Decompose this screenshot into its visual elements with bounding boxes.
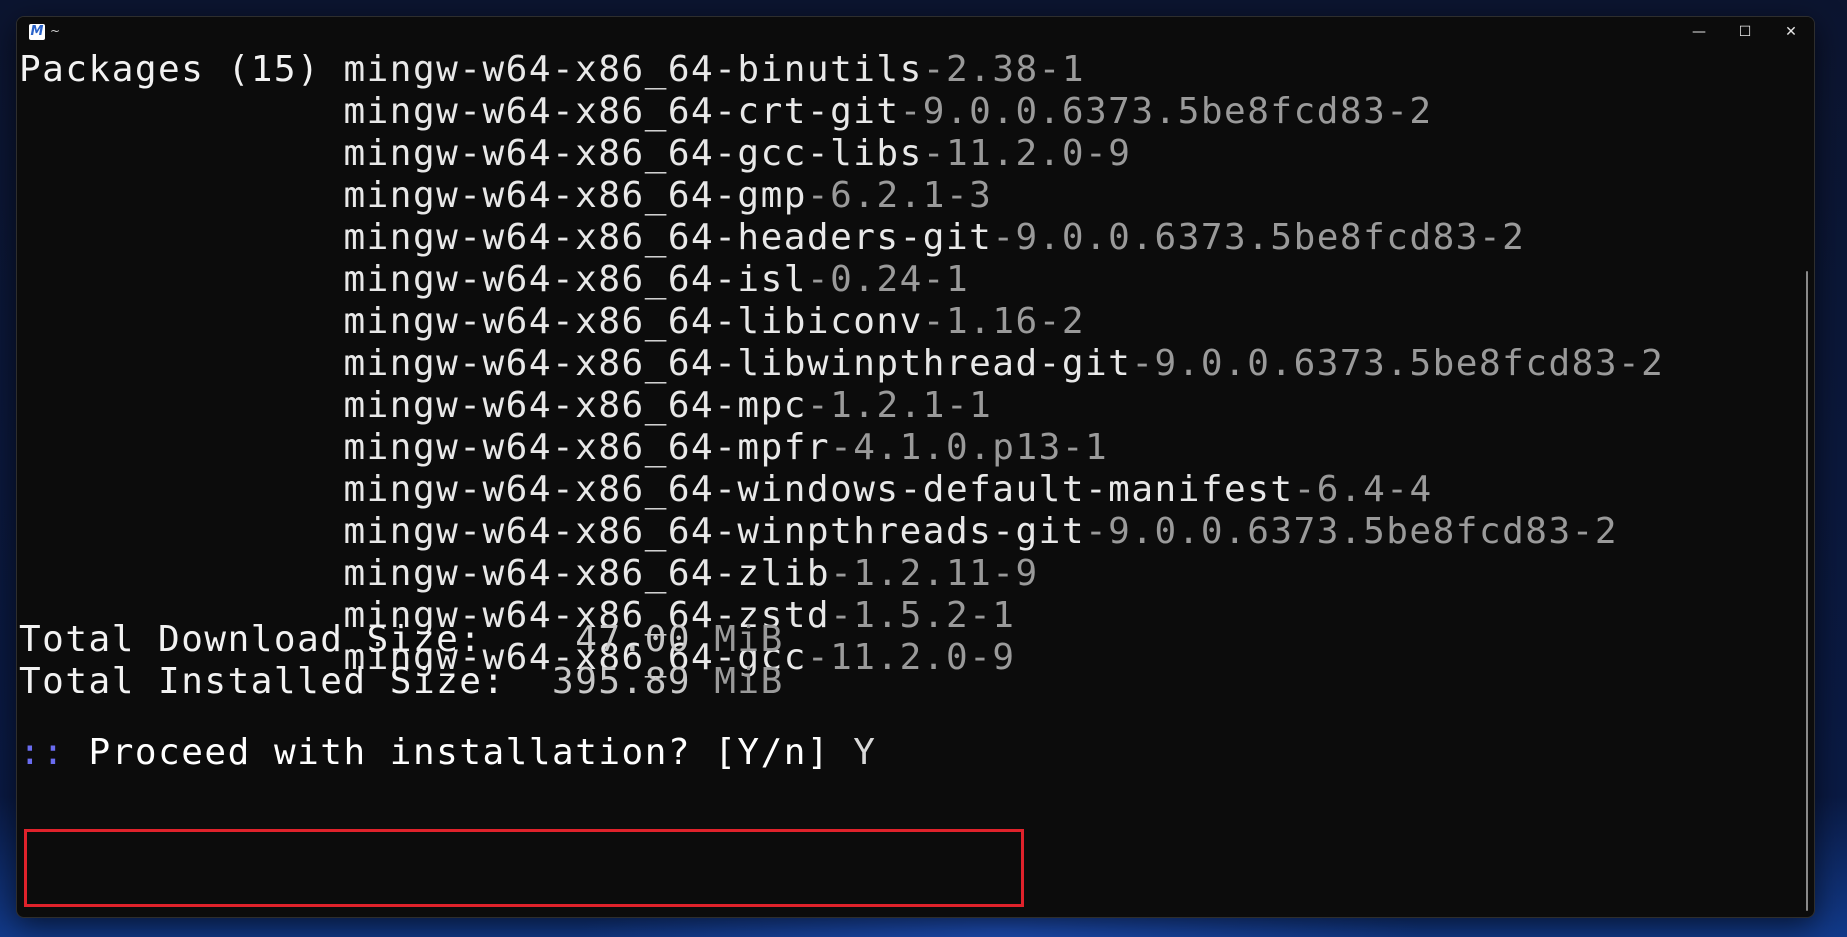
package-name: mingw-w64-x86_64-mpfr: [343, 427, 831, 468]
package-version: -9.0.0.6373.5be8fcd83-2: [992, 217, 1526, 258]
package-version: -1.5.2-1: [830, 595, 1016, 636]
package-name: mingw-w64-x86_64-gmp: [343, 175, 807, 216]
prompt-answer[interactable]: Y: [853, 732, 876, 773]
window-title: ~: [50, 24, 61, 38]
package-line: mingw-w64-x86_64-binutils-2.38-1: [19, 49, 1085, 91]
msys2-icon: M: [29, 24, 45, 40]
package-version: -9.0.0.6373.5be8fcd83-2: [899, 91, 1433, 132]
installed-size-unit: MiB: [714, 661, 784, 702]
package-name: mingw-w64-x86_64-winpthreads-git: [343, 511, 1085, 552]
maximize-button[interactable]: ☐: [1722, 17, 1768, 47]
prompt-marker: ::: [19, 732, 66, 773]
package-line: mingw-w64-x86_64-headers-git-9.0.0.6373.…: [19, 217, 1525, 259]
title-bar[interactable]: M ~ — ☐ ✕: [17, 17, 1814, 47]
package-line: mingw-w64-x86_64-libiconv-1.16-2: [19, 301, 1085, 343]
package-version: -1.16-2: [922, 301, 1086, 342]
package-version: -11.2.0-9: [806, 637, 1016, 678]
package-version: -6.4-4: [1293, 469, 1433, 510]
package-version: -0.24-1: [806, 259, 970, 300]
download-size-line: Total Download Size: 47.00 MiB: [19, 619, 784, 661]
package-line: mingw-w64-x86_64-gmp-6.2.1-3: [19, 175, 992, 217]
package-version: -9.0.0.6373.5be8fcd83-2: [1131, 343, 1665, 384]
package-line: mingw-w64-x86_64-isl-0.24-1: [19, 259, 969, 301]
installed-size-line: Total Installed Size: 395.89 MiB: [19, 661, 784, 703]
download-size-unit: MiB: [714, 619, 784, 660]
terminal-output[interactable]: Packages (15) mingw-w64-x86_64-binutils-…: [19, 49, 1789, 773]
package-name: mingw-w64-x86_64-zlib: [343, 553, 831, 594]
package-name: mingw-w64-x86_64-gcc-libs: [343, 133, 923, 174]
prompt-question: Proceed with installation? [Y/n]: [88, 732, 831, 773]
close-button[interactable]: ✕: [1768, 17, 1814, 47]
package-version: -11.2.0-9: [922, 133, 1132, 174]
package-version: -4.1.0.p13-1: [830, 427, 1109, 468]
package-version: -9.0.0.6373.5be8fcd83-2: [1085, 511, 1618, 552]
package-line: mingw-w64-x86_64-mpc-1.2.1-1: [19, 385, 992, 427]
package-line: mingw-w64-x86_64-gcc-libs-11.2.0-9: [19, 133, 1131, 175]
package-name: mingw-w64-x86_64-libiconv: [343, 301, 923, 342]
package-name: mingw-w64-x86_64-headers-git: [343, 217, 993, 258]
package-version: -1.2.11-9: [830, 553, 1039, 594]
package-name: mingw-w64-x86_64-crt-git: [343, 91, 900, 132]
package-version: -1.2.1-1: [806, 385, 993, 426]
prompt-highlight-box: [24, 829, 1024, 907]
package-line: mingw-w64-x86_64-winpthreads-git-9.0.0.6…: [19, 511, 1618, 553]
download-size-value: 47.00: [575, 619, 692, 660]
package-line: mingw-w64-x86_64-windows-default-manifes…: [19, 469, 1433, 511]
package-name: mingw-w64-x86_64-windows-default-manifes…: [343, 469, 1294, 510]
terminal-window[interactable]: M ~ — ☐ ✕ Packages (15) mingw-w64-x86_64…: [16, 16, 1815, 918]
install-prompt-line[interactable]: :: Proceed with installation? [Y/n] Y: [19, 732, 876, 774]
package-line: mingw-w64-x86_64-zlib-1.2.11-9: [19, 553, 1039, 595]
installed-size-label: Total Installed Size:: [19, 661, 506, 702]
scrollbar-thumb[interactable]: [1806, 271, 1808, 911]
package-name: mingw-w64-x86_64-isl: [343, 259, 807, 300]
package-name: mingw-w64-x86_64-mpc: [343, 385, 807, 426]
package-name: mingw-w64-x86_64-libwinpthread-git: [343, 343, 1132, 384]
installed-size-value: 395.89: [552, 661, 692, 702]
package-line: mingw-w64-x86_64-crt-git-9.0.0.6373.5be8…: [19, 91, 1433, 133]
download-size-label: Total Download Size:: [19, 619, 483, 660]
package-line: mingw-w64-x86_64-libwinpthread-git-9.0.0…: [19, 343, 1664, 385]
scrollbar[interactable]: [1800, 47, 1810, 913]
package-version: -2.38-1: [922, 49, 1086, 90]
package-name: mingw-w64-x86_64-binutils: [343, 49, 923, 90]
minimize-button[interactable]: —: [1676, 17, 1722, 47]
package-version: -6.2.1-3: [806, 175, 993, 216]
package-line: mingw-w64-x86_64-mpfr-4.1.0.p13-1: [19, 427, 1108, 469]
